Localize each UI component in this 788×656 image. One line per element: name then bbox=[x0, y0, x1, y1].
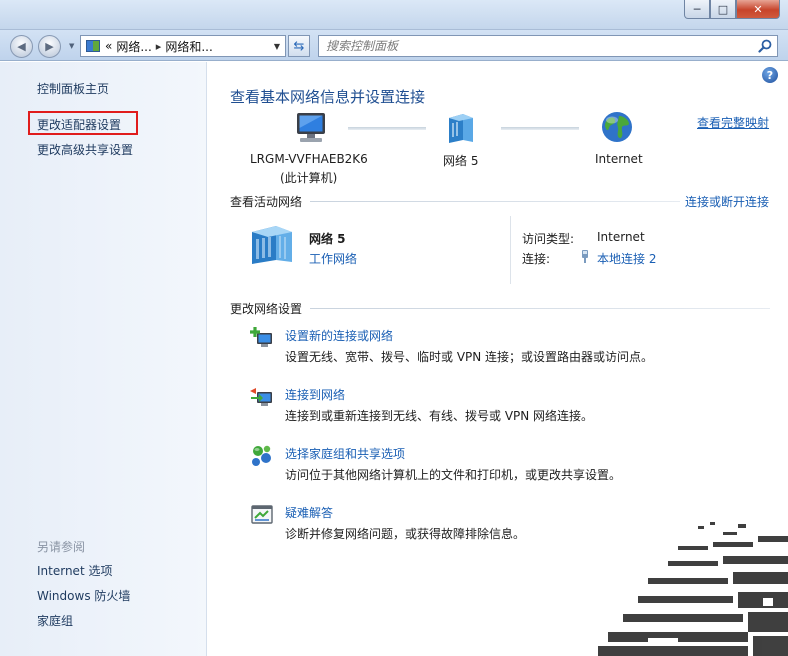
troubleshoot-icon[interactable] bbox=[250, 503, 274, 527]
sidebar-item-homegroup[interactable]: 家庭组 bbox=[37, 612, 73, 629]
network-node-label: 网络 5 bbox=[443, 154, 479, 168]
internet-globe-icon[interactable] bbox=[600, 110, 634, 144]
sidebar-item-windows-firewall[interactable]: Windows 防火墙 bbox=[37, 587, 130, 604]
sidebar-item-change-adapter-settings[interactable]: 更改适配器设置 bbox=[37, 116, 121, 133]
active-network-name: 网络 5 bbox=[309, 232, 346, 246]
minimize-button[interactable]: ─ bbox=[684, 0, 710, 19]
ethernet-plug-icon bbox=[582, 250, 588, 263]
title-bar: ─ □ ✕ bbox=[0, 0, 788, 30]
see-also-heading: 另请参阅 bbox=[37, 540, 86, 554]
homegroup-sharing-link[interactable]: 选择家庭组和共享选项 bbox=[285, 445, 405, 462]
navigation-bar: ◀ ▶ ▼ « 网络... ▸ 网络和... ▼ ⇆ bbox=[0, 30, 788, 61]
local-connection-link[interactable]: 本地连接 2 bbox=[597, 250, 656, 267]
decorative-watermark-graphic bbox=[598, 522, 788, 656]
computer-sub-label: (此计算机) bbox=[280, 171, 338, 185]
internet-node-label: Internet bbox=[595, 152, 643, 166]
breadcrumb-overflow[interactable]: « bbox=[105, 39, 112, 53]
active-networks-heading: 查看活动网络 bbox=[230, 195, 303, 209]
vertical-divider bbox=[510, 216, 511, 284]
connect-to-network-link[interactable]: 连接到网络 bbox=[285, 386, 345, 403]
network-type-link[interactable]: 工作网络 bbox=[309, 250, 357, 267]
address-dropdown-icon[interactable]: ▼ bbox=[274, 42, 280, 51]
setup-new-connection-link[interactable]: 设置新的连接或网络 bbox=[285, 327, 393, 344]
back-arrow-icon: ◀ bbox=[17, 40, 26, 53]
forward-arrow-icon: ▶ bbox=[45, 40, 54, 53]
breadcrumb-item-network[interactable]: 网络... bbox=[116, 38, 151, 55]
computer-icon[interactable] bbox=[291, 110, 331, 146]
close-button[interactable]: ✕ bbox=[736, 0, 780, 19]
address-bar[interactable]: « 网络... ▸ 网络和... ▼ bbox=[80, 35, 286, 57]
task-description: 诊断并修复网络问题，或获得故障排除信息。 bbox=[285, 527, 526, 541]
forward-button[interactable]: ▶ bbox=[38, 35, 61, 58]
connection-line bbox=[348, 127, 426, 130]
section-divider bbox=[310, 201, 680, 202]
connect-or-disconnect-link[interactable]: 连接或断开连接 bbox=[685, 193, 769, 210]
change-settings-heading: 更改网络设置 bbox=[230, 302, 303, 316]
task-pane: 控制面板主页 更改适配器设置 更改高级共享设置 另请参阅 Internet 选项… bbox=[0, 62, 207, 656]
connect-to-network-icon[interactable] bbox=[250, 385, 274, 409]
search-icon[interactable] bbox=[758, 39, 772, 53]
see-full-map-link[interactable]: 查看完整映射 bbox=[697, 114, 769, 131]
sidebar-item-change-advanced-sharing[interactable]: 更改高级共享设置 bbox=[37, 141, 133, 158]
search-box[interactable] bbox=[318, 35, 778, 57]
task-description: 设置无线、宽带、拨号、临时或 VPN 连接；或设置路由器或访问点。 bbox=[285, 350, 654, 364]
sidebar-item-internet-options[interactable]: Internet 选项 bbox=[37, 562, 112, 579]
breadcrumb-item-network-and[interactable]: 网络和... bbox=[165, 38, 212, 55]
connection-line bbox=[501, 127, 579, 130]
help-icon[interactable]: ? bbox=[762, 67, 778, 83]
control-panel-icon bbox=[86, 40, 100, 52]
breadcrumb-separator-icon[interactable]: ▸ bbox=[156, 40, 162, 53]
new-connection-icon[interactable] bbox=[250, 326, 274, 350]
refresh-icon: ⇆ bbox=[293, 38, 305, 54]
maximize-button[interactable]: □ bbox=[710, 0, 736, 19]
window-controls: ─ □ ✕ bbox=[684, 0, 780, 19]
refresh-button[interactable]: ⇆ bbox=[288, 35, 310, 57]
connections-label: 连接: bbox=[522, 252, 551, 266]
search-input[interactable] bbox=[319, 36, 749, 56]
task-description: 连接到或重新连接到无线、有线、拨号或 VPN 网络连接。 bbox=[285, 409, 594, 423]
page-title: 查看基本网络信息并设置连接 bbox=[230, 88, 426, 106]
recent-pages-dropdown-icon[interactable]: ▼ bbox=[69, 42, 74, 50]
access-type-label: 访问类型: bbox=[522, 232, 575, 246]
homegroup-sharing-icon[interactable] bbox=[250, 444, 274, 468]
access-type-value: Internet bbox=[597, 230, 645, 244]
computer-name: LRGM-VVFHAEB2K6 bbox=[250, 152, 368, 166]
section-divider bbox=[310, 308, 770, 309]
network-icon[interactable] bbox=[443, 110, 479, 146]
back-button[interactable]: ◀ bbox=[10, 35, 33, 58]
sidebar-item-control-panel-home[interactable]: 控制面板主页 bbox=[37, 80, 109, 97]
task-description: 访问位于其他网络计算机上的文件和打印机，或更改共享设置。 bbox=[285, 468, 622, 482]
network-bench-icon[interactable] bbox=[248, 222, 298, 266]
troubleshoot-link[interactable]: 疑难解答 bbox=[285, 504, 333, 521]
